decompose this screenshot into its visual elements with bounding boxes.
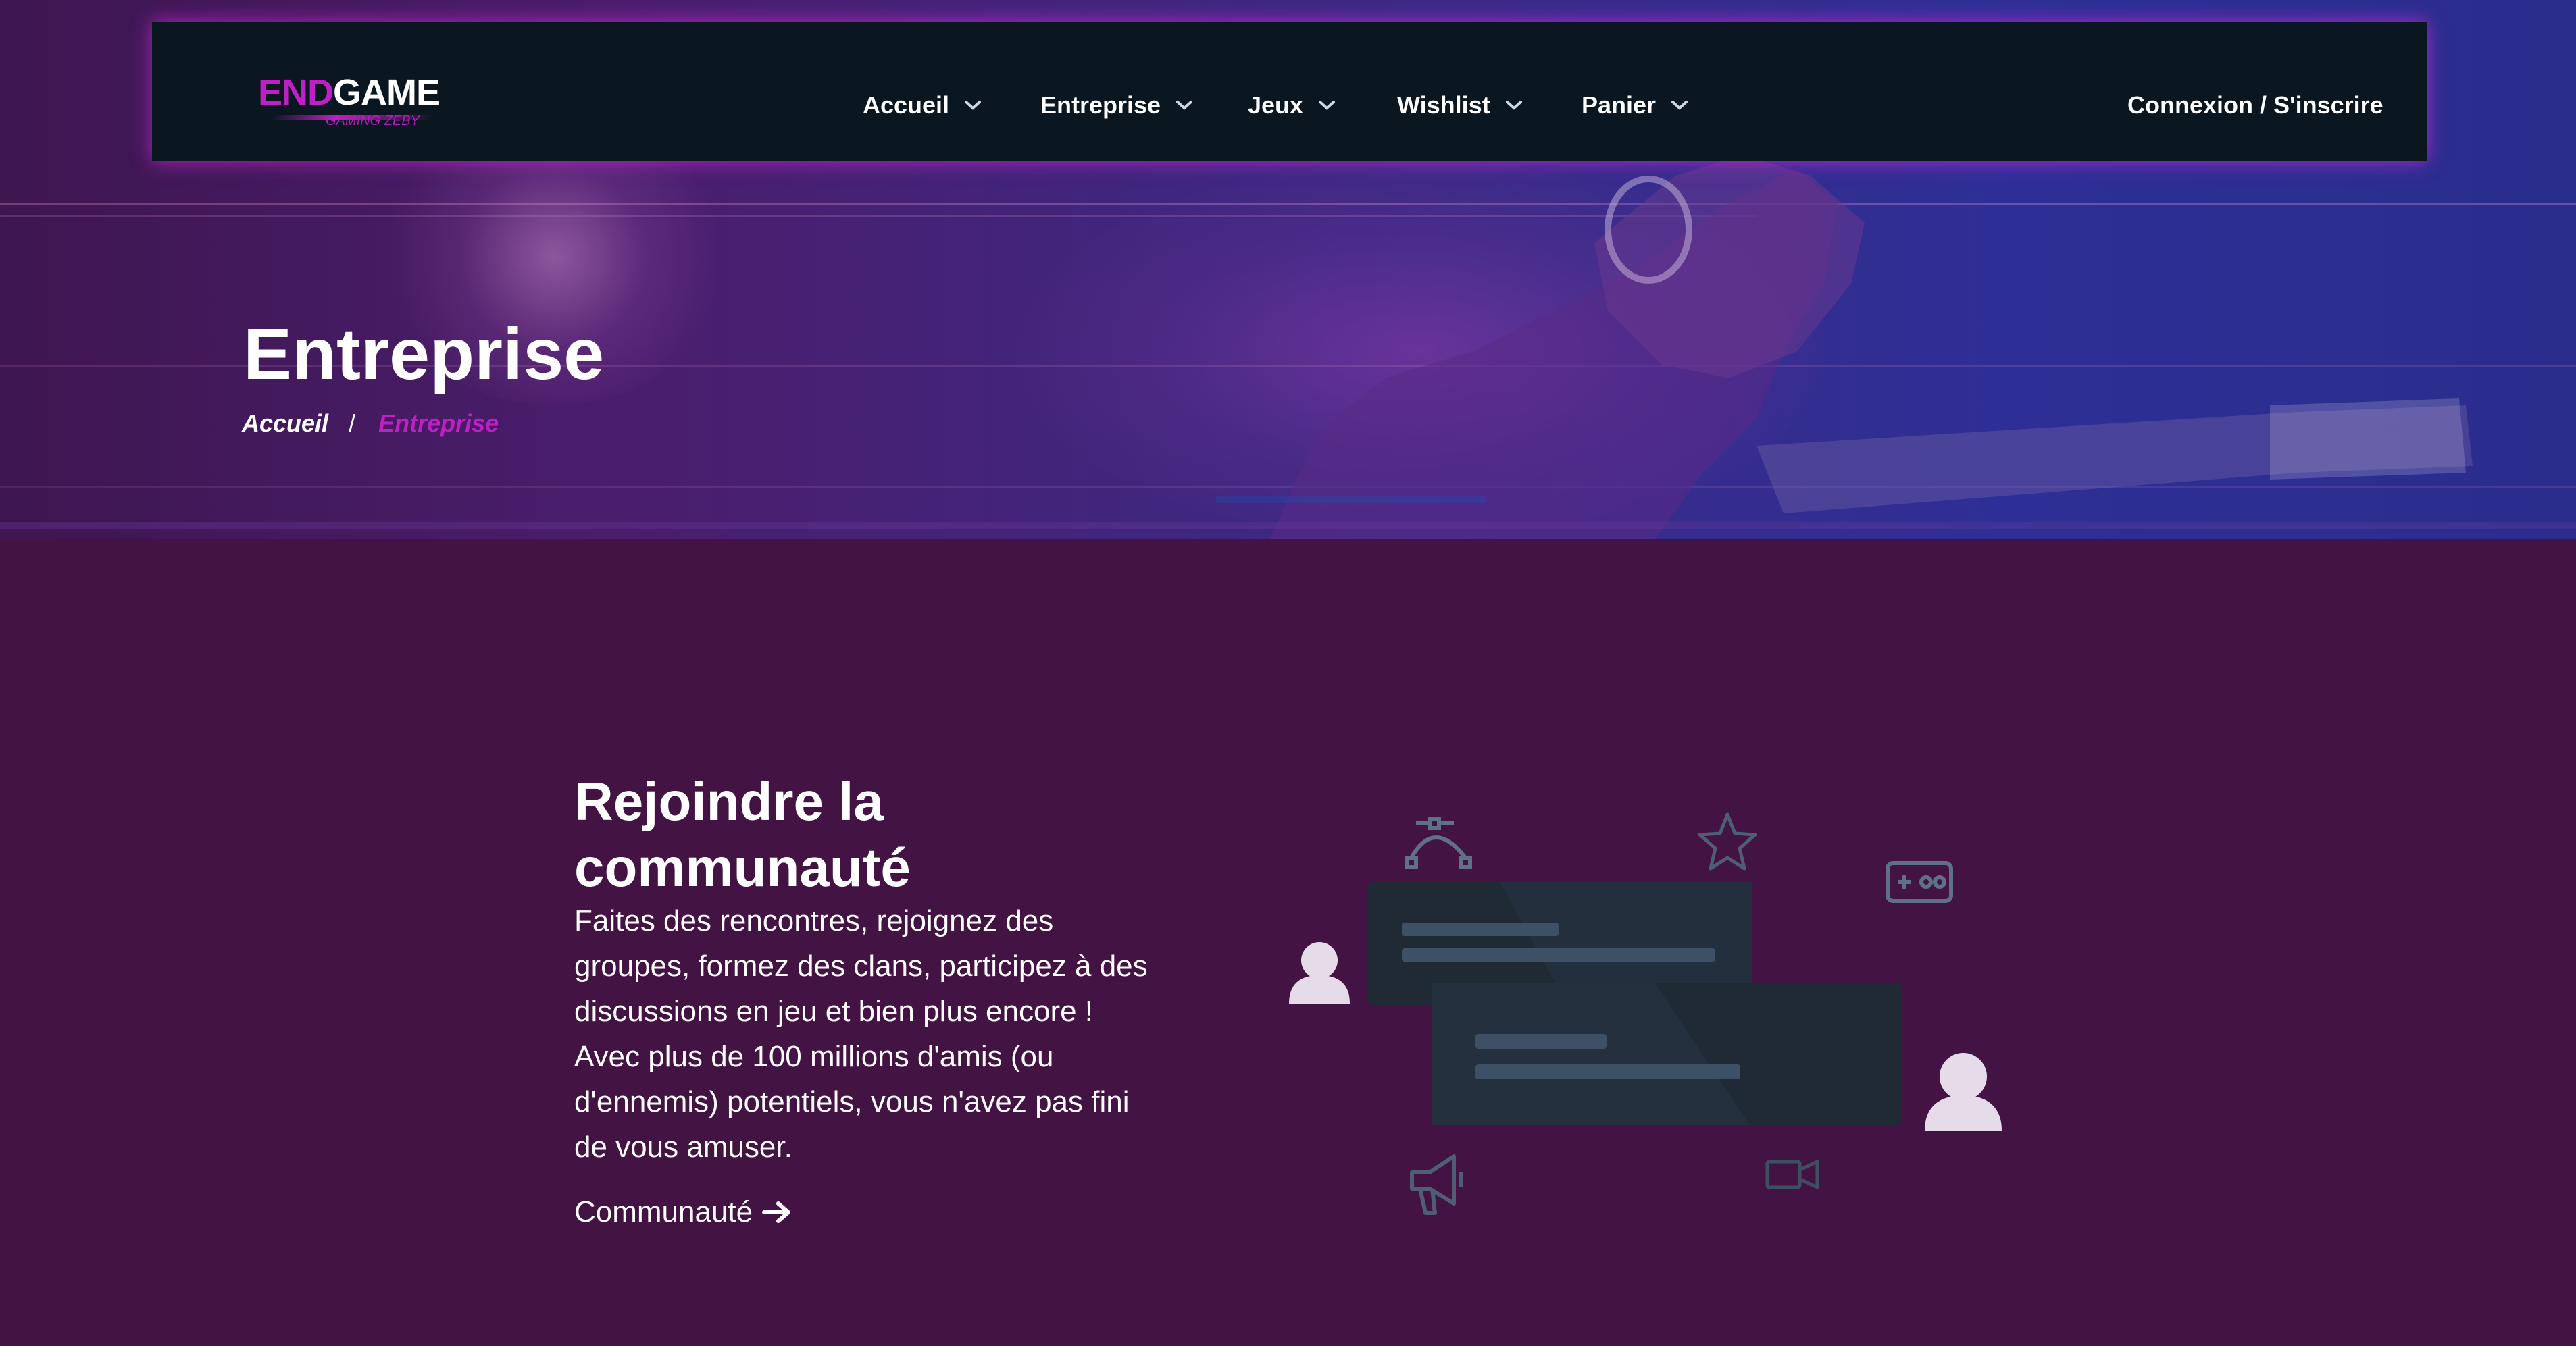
chevron-down-icon [1319,101,1336,110]
chevron-down-icon [1671,101,1688,110]
gamepad-icon [1886,861,1953,903]
chevron-down-icon [965,101,982,110]
login-register-link[interactable]: Connexion / S'inscrire [2127,86,2383,124]
nav-item-label: Panier [1582,91,1657,119]
chevron-down-icon [1176,101,1193,110]
breadcrumb-separator: / [349,409,356,437]
breadcrumb: Accueil / Entreprise [242,409,499,438]
community-illustration [1289,812,2002,1215]
user-icon [1925,1053,2002,1131]
nav-item-panier[interactable]: Panier [1582,86,1688,124]
nav-item-jeux[interactable]: Jeux [1248,86,1336,124]
main-navbar: ENDGAME GAMING ZEBY Accueil Entreprise J… [152,22,2427,161]
page: ENDGAME GAMING ZEBY Accueil Entreprise J… [0,0,2576,1346]
chat-bubble-bottom [1432,983,1902,1125]
arrow-right-icon [762,1201,791,1223]
breadcrumb-current: Entreprise [378,409,499,437]
chevron-down-icon [1505,101,1522,110]
nav-item-entreprise[interactable]: Entreprise [1040,86,1193,124]
logo-word-end: END [258,72,334,113]
community-title: Rejoindre la communauté [574,771,911,898]
page-title: Entreprise [243,313,605,394]
nav-item-wishlist[interactable]: Wishlist [1397,86,1523,124]
breadcrumb-home-link[interactable]: Accueil [242,409,328,438]
nav-item-label: Accueil [863,91,950,119]
logo-word-game: GAME [333,72,440,113]
community-link[interactable]: Communauté [574,1195,792,1229]
nav-item-label: Entreprise [1040,91,1161,119]
logo-tagline: GAMING ZEBY [326,113,420,129]
user-icon [1289,942,1350,1004]
star-icon [1698,812,1757,871]
nav-item-accueil[interactable]: Accueil [863,86,982,124]
logo-tagline-bold: GAMING [326,113,381,128]
nav-item-label: Jeux [1248,91,1304,119]
community-link-label: Communauté [574,1195,753,1228]
video-camera-icon [1765,1160,1819,1189]
logo-tagline-light: ZEBY [384,113,420,128]
endgame-logo[interactable]: ENDGAME GAMING ZEBY [258,74,488,149]
nav-item-label: Wishlist [1397,91,1490,119]
community-description: Faites des rencontres, rejoignez des gro… [574,904,1148,1164]
bezier-icon [1405,817,1472,869]
logo-wordmark: ENDGAME [258,74,488,111]
megaphone-icon [1410,1154,1463,1215]
